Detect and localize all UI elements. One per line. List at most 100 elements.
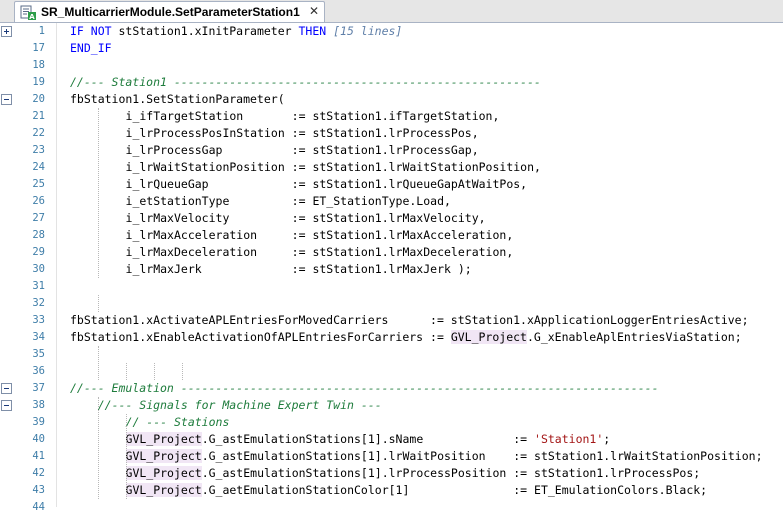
code-line[interactable]: 31 [0,278,783,295]
code-token: fbStation1.xEnableActivationOfAPLEntries… [70,330,451,344]
line-number: 42 [32,467,45,479]
line-number: 31 [32,280,45,292]
indent-guide [98,346,99,380]
line-number: 24 [32,161,45,173]
line-gutter: 43 [0,482,57,499]
code-line[interactable]: 36 [0,363,783,380]
code-token: ; [603,432,611,446]
line-number: 23 [32,144,45,156]
line-gutter: 35 [0,346,57,363]
code-line[interactable]: 35 [0,346,783,363]
comment-token: // --- Stations [125,415,230,429]
tab-title: SR_MulticarrierModule.SetParameterStatio… [41,5,300,19]
code-line[interactable]: 20 fbStation1.SetStationParameter( [0,91,783,108]
code-text: GVL_Project.G_aetEmulationStationColor[1… [125,482,708,499]
line-number: 38 [32,399,45,411]
code-line[interactable]: 38 //--- Signals for Machine Expert Twin … [0,397,783,414]
code-line[interactable]: 30 i_lrMaxJerk := stStation1.lrMaxJerk ); [0,261,783,278]
line-number: 27 [32,212,45,224]
highlighted-identifier: GVL_Project [125,483,202,497]
code-text: GVL_Project.G_astEmulationStations[1].sN… [125,431,611,448]
code-token: .G_xEnableAplEntriesViaStation; [526,330,742,344]
keyword-token: IF NOT [70,24,119,38]
line-number: 32 [32,297,45,309]
line-number: 35 [32,348,45,360]
keyword-token: END_IF [70,41,112,55]
string-token: 'Station1' [534,432,604,446]
code-line[interactable]: 34 fbStation1.xEnableActivationOfAPLEntri… [0,329,783,346]
code-line[interactable]: 17 END_IF [0,40,783,57]
keyword-token: THEN [298,24,334,38]
indent-guide [98,108,99,278]
line-number: 29 [32,246,45,258]
code-line[interactable]: 40 GVL_Project.G_astEmulationStations[1].… [0,431,783,448]
code-text: i_etStationType := ET_StationType.Load, [126,193,451,210]
code-token: .G_aetEmulationStationColor[1] := ET_Emu… [201,483,708,497]
line-number: 39 [32,416,45,428]
code-text: i_lrMaxJerk := stStation1.lrMaxJerk ); [126,261,472,278]
svg-text:A: A [29,13,35,20]
indent-guide [154,363,155,380]
code-text: //--- Signals for Machine Expert Twin --… [98,397,382,414]
code-line[interactable]: 44 [0,499,783,516]
code-text: i_lrMaxDeceleration := stStation1.lrMaxD… [126,244,514,261]
code-token: i_lrProcessPosInStation := stStation1.lr… [125,126,479,140]
line-gutter: 19 [0,74,57,91]
code-line[interactable]: 41 GVL_Project.G_astEmulationStations[1].… [0,448,783,465]
line-number: 36 [32,365,45,377]
code-editor[interactable]: 1 IF NOT stStation1.xInitParameter THEN [… [0,23,783,513]
indent-guide [126,363,127,380]
code-line[interactable]: 42 GVL_Project.G_astEmulationStations[1].… [0,465,783,482]
line-number: 25 [32,178,45,190]
code-text: // --- Stations [126,414,230,431]
close-tab-icon[interactable]: ✕ [309,4,319,18]
highlighted-identifier: GVL_Project [125,449,202,463]
code-line[interactable]: 33 fbStation1.xActivateAPLEntriesForMoved… [0,312,783,329]
line-gutter: 38 [0,397,57,414]
code-text: i_lrProcessPosInStation := stStation1.lr… [126,125,479,142]
code-text: fbStation1.SetStationParameter( [70,91,285,108]
code-line[interactable]: 21 i_ifTargetStation := stStation1.ifTarg… [0,108,783,125]
code-token: [15 lines] [333,24,403,38]
line-number: 26 [32,195,45,207]
code-line[interactable]: 27 i_lrMaxVelocity := stStation1.lrMaxVel… [0,210,783,227]
code-token: stStation1.xInitParameter [118,24,299,38]
code-line[interactable]: 18 [0,57,783,74]
code-line[interactable]: 32 [0,295,783,312]
line-gutter: 21 [0,108,57,125]
line-gutter: 34 [0,329,57,346]
code-text: //--- Station1 -------------------------… [70,74,541,91]
code-token: .G_astEmulationStations[1].sName := [201,432,535,446]
code-line[interactable]: 1 IF NOT stStation1.xInitParameter THEN [… [0,23,783,40]
code-line[interactable]: 29 i_lrMaxDeceleration := stStation1.lrMa… [0,244,783,261]
code-line[interactable]: 43 GVL_Project.G_aetEmulationStationColor… [0,482,783,499]
line-gutter: 42 [0,465,57,482]
line-gutter: 27 [0,210,57,227]
line-gutter: 29 [0,244,57,261]
line-number: 30 [32,263,45,275]
code-text: GVL_Project.G_astEmulationStations[1].lr… [125,448,763,465]
line-gutter: 22 [0,125,57,142]
code-text: i_lrWaitStationPosition := stStation1.lr… [126,159,541,176]
indent-guide [98,295,99,312]
line-number: 34 [32,331,45,343]
code-line[interactable]: 25 i_lrQueueGap := stStation1.lrQueueGapA… [0,176,783,193]
code-line[interactable]: 19 //--- Station1 -----------------------… [0,74,783,91]
code-line[interactable]: 26 i_etStationType := ET_StationType.Load… [0,193,783,210]
code-line[interactable]: 23 i_lrProcessGap := stStation1.lrProcess… [0,142,783,159]
line-number: 20 [32,93,45,105]
line-number: 44 [32,501,45,513]
code-text: i_ifTargetStation := stStation1.ifTarget… [126,108,500,125]
code-token: i_lrProcessGap := stStation1.lrProcessGa… [125,143,479,157]
tab-sr-multicarrier-module[interactable]: A SR_MulticarrierModule.SetParameterStat… [14,1,325,22]
code-line[interactable]: 22 i_lrProcessPosInStation := stStation1.… [0,125,783,142]
code-line[interactable]: 39 // --- Stations [0,414,783,431]
line-gutter: 44 [0,499,57,516]
code-line[interactable]: 28 i_lrMaxAcceleration := stStation1.lrMa… [0,227,783,244]
code-token: i_lrMaxDeceleration := stStation1.lrMaxD… [125,245,514,259]
code-text: GVL_Project.G_astEmulationStations[1].lr… [125,465,700,482]
code-line[interactable]: 37 //--- Emulation ----------------------… [0,380,783,397]
code-line[interactable]: 24 i_lrWaitStationPosition := stStation1.… [0,159,783,176]
comment-token: //--- Emulation ------------------------… [70,381,659,395]
line-number: 21 [32,110,45,122]
